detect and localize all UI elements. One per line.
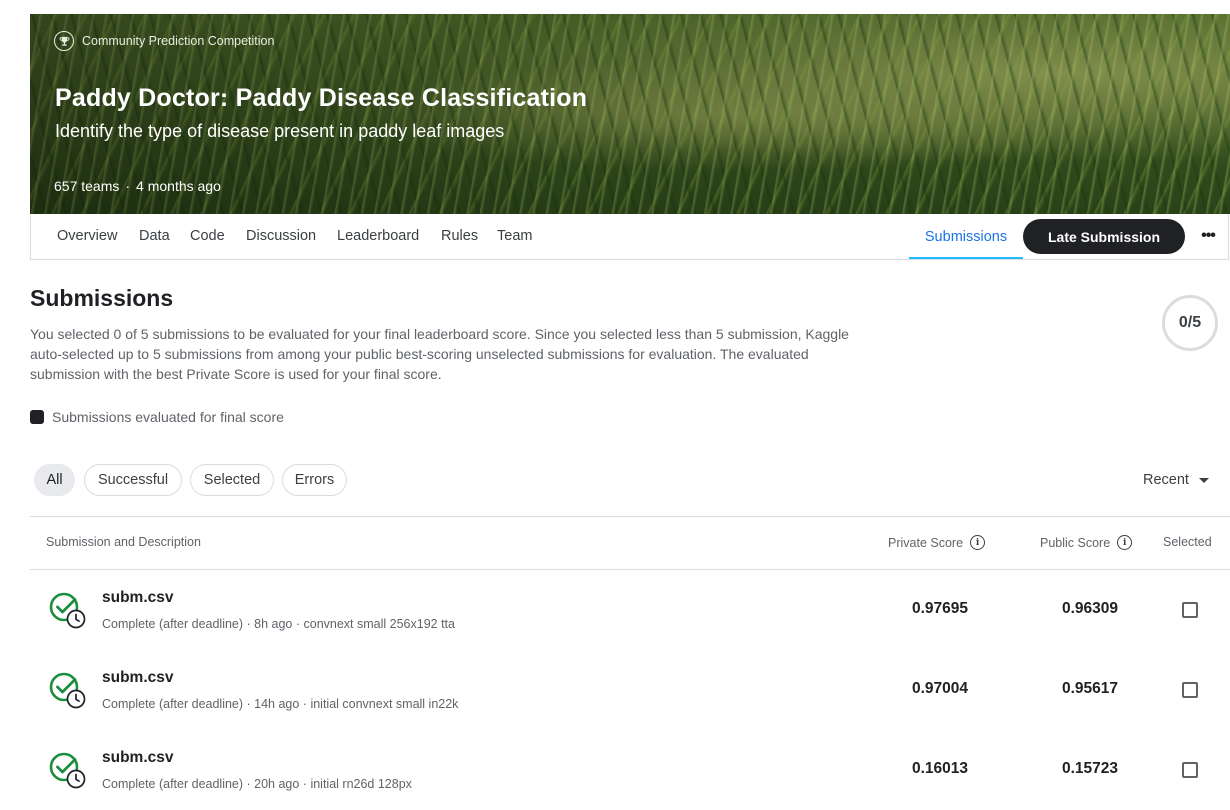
private-score: 0.97695: [911, 600, 969, 617]
complete-clock-icon: [49, 592, 86, 629]
select-checkbox[interactable]: [1182, 602, 1198, 618]
competition-subtitle: Identify the type of disease present in …: [55, 121, 505, 141]
competition-age: 4 months ago: [136, 178, 221, 194]
filter-all[interactable]: All: [34, 464, 75, 496]
competition-type: Community Prediction Competition: [54, 31, 274, 51]
column-header-description: Submission and Description: [46, 535, 201, 549]
more-options-icon[interactable]: •••: [1197, 225, 1219, 247]
column-header-private-label: Private Score: [888, 535, 964, 550]
competition-title: Paddy Doctor: Paddy Disease Classificati…: [55, 84, 588, 112]
submission-file-name[interactable]: subm.csv: [102, 589, 174, 607]
tab-submissions[interactable]: Submissions: [909, 214, 1023, 259]
trophy-icon: [54, 31, 74, 51]
tab-overview[interactable]: Overview: [57, 228, 117, 244]
competition-tabbar: Overview Data Code Discussion Leaderboar…: [30, 214, 1229, 260]
filter-successful[interactable]: Successful: [84, 464, 182, 496]
table-row[interactable]: subm.csv Complete (after deadline) · 20h…: [30, 730, 1230, 810]
submission-file-name[interactable]: subm.csv: [102, 749, 174, 767]
column-header-public-label: Public Score: [1040, 535, 1111, 550]
tab-rules[interactable]: Rules: [441, 228, 478, 244]
complete-clock-icon: [49, 752, 86, 789]
tab-leaderboard[interactable]: Leaderboard: [337, 228, 419, 244]
late-submission-button[interactable]: Late Submission: [1023, 219, 1185, 254]
table-row[interactable]: subm.csv Complete (after deadline) · 8h …: [30, 570, 1230, 650]
competition-meta: 657 teams · 4 months ago: [54, 178, 221, 194]
tab-discussion[interactable]: Discussion: [246, 228, 316, 244]
caret-down-icon: [1198, 477, 1209, 483]
submission-meta: Complete (after deadline) · 14h ago · in…: [102, 697, 459, 711]
info-icon[interactable]: i: [1117, 535, 1133, 550]
tab-team[interactable]: Team: [497, 228, 532, 244]
tab-code[interactable]: Code: [190, 228, 225, 244]
page-title: Submissions: [30, 285, 174, 311]
filter-errors[interactable]: Errors: [282, 464, 347, 496]
complete-clock-icon: [49, 672, 86, 709]
private-score: 0.97004: [911, 680, 969, 697]
select-checkbox[interactable]: [1182, 682, 1198, 698]
legend-swatch: [30, 410, 44, 424]
competition-type-label: Community Prediction Competition: [82, 34, 275, 48]
column-header-description-label: Submission and Description: [46, 535, 201, 549]
filter-selected[interactable]: Selected: [190, 464, 274, 496]
teams-count: 657 teams: [54, 178, 120, 194]
meta-separator: ·: [125, 178, 131, 194]
table-row[interactable]: subm.csv Complete (after deadline) · 14h…: [30, 650, 1230, 730]
column-header-private-score: Private Score i: [888, 535, 986, 550]
submission-meta: Complete (after deadline) · 8h ago · con…: [102, 617, 455, 631]
tab-data[interactable]: Data: [139, 228, 170, 244]
sort-label: Recent: [1143, 472, 1189, 488]
final-score-legend: Submissions evaluated for final score: [30, 409, 284, 425]
competition-header-banner: Community Prediction Competition Paddy D…: [30, 14, 1230, 214]
info-icon[interactable]: i: [970, 535, 986, 550]
submission-file-name[interactable]: subm.csv: [102, 669, 174, 687]
private-score: 0.16013: [911, 760, 969, 777]
column-header-selected-label: Selected: [1163, 535, 1212, 549]
public-score: 0.15723: [1061, 760, 1119, 777]
selected-count-badge: 0/5: [1162, 295, 1218, 351]
select-checkbox[interactable]: [1182, 762, 1198, 778]
table-top-divider: [30, 516, 1230, 517]
column-header-selected: Selected: [1163, 535, 1212, 549]
public-score: 0.95617: [1061, 680, 1119, 697]
legend-label: Submissions evaluated for final score: [52, 409, 284, 425]
public-score: 0.96309: [1061, 600, 1119, 617]
submissions-description: You selected 0 of 5 submissions to be ev…: [30, 326, 849, 382]
sort-dropdown[interactable]: Recent: [1143, 472, 1209, 488]
column-header-public-score: Public Score i: [1040, 535, 1133, 550]
submission-meta: Complete (after deadline) · 20h ago · in…: [102, 777, 412, 791]
